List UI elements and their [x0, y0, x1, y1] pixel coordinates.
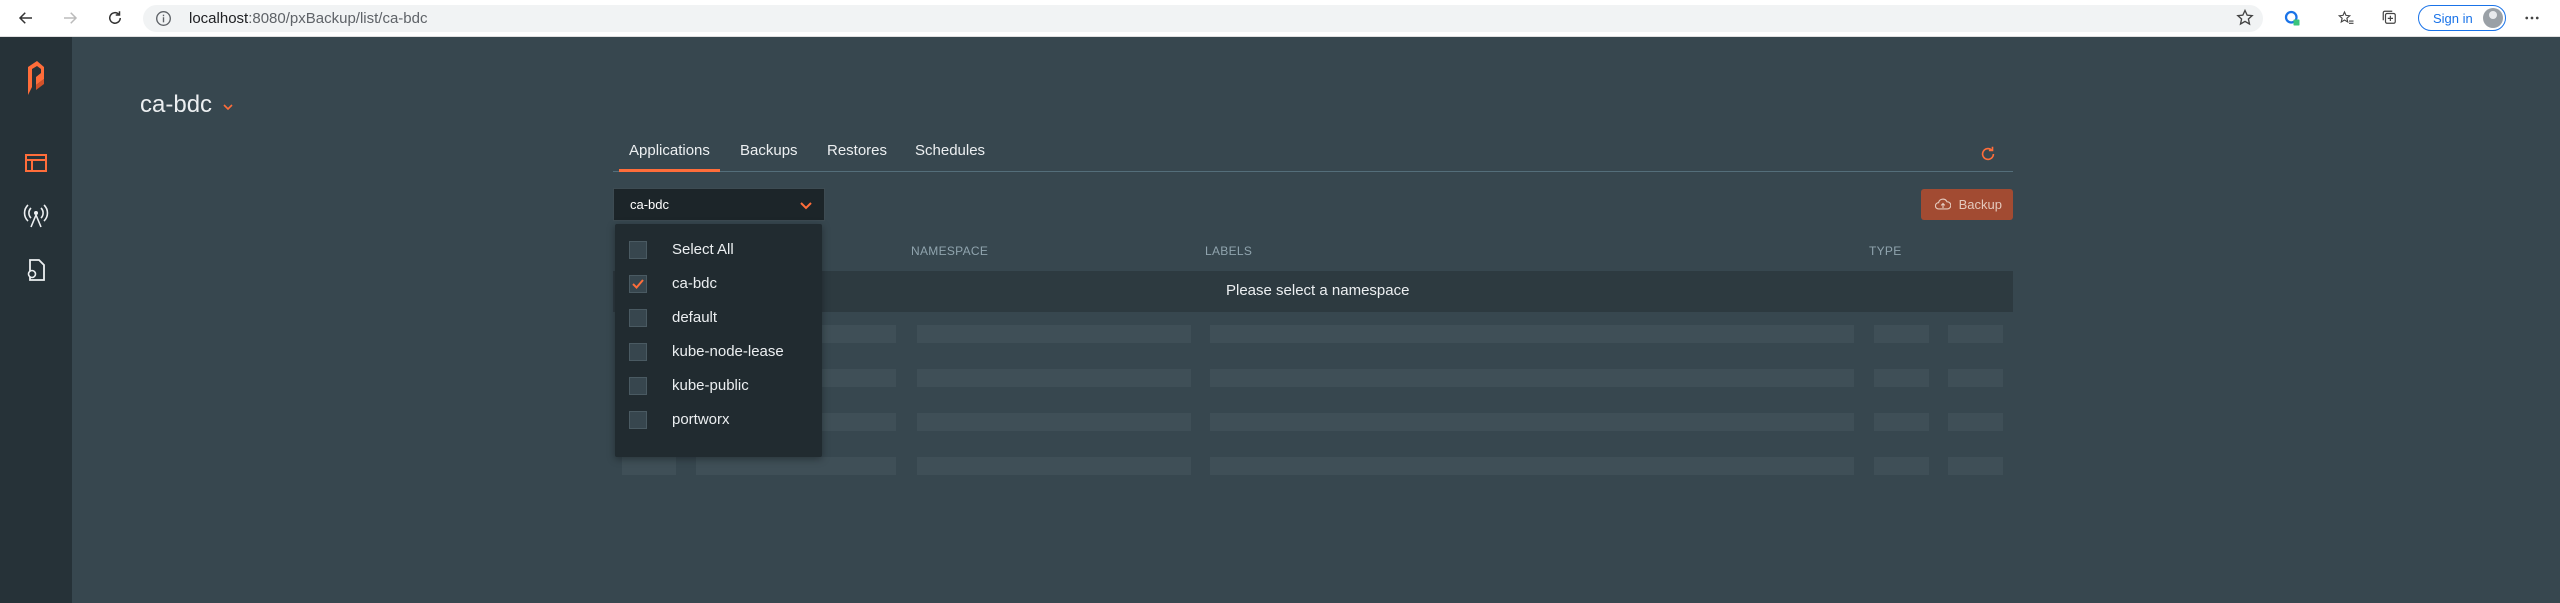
skeleton-cell: [917, 369, 1191, 387]
antenna-icon[interactable]: [23, 203, 49, 229]
skeleton-cell: [917, 325, 1191, 343]
checkbox[interactable]: [629, 343, 647, 361]
extension-icon[interactable]: [2280, 6, 2304, 30]
checkbox-checked[interactable]: [629, 275, 647, 293]
refresh-icon[interactable]: [1979, 145, 1997, 163]
option-select-all[interactable]: Select All: [629, 238, 819, 262]
app-sidebar: [0, 37, 72, 603]
applications-icon[interactable]: [23, 150, 49, 176]
tab-bar: Applications Backups Restores Schedules: [613, 133, 2013, 172]
skeleton-cell: [622, 457, 676, 475]
namespace-select-value: ca-bdc: [630, 197, 670, 212]
column-header-type[interactable]: TYPE: [1869, 244, 1902, 258]
collections-icon[interactable]: [2378, 6, 2402, 30]
skeleton-cell: [1874, 369, 1929, 387]
column-header-namespace[interactable]: NAMESPACE: [911, 244, 988, 258]
checkbox[interactable]: [629, 377, 647, 395]
url-host: localhost: [189, 10, 249, 27]
skeleton-cell: [1948, 369, 2003, 387]
namespace-title-text: ca-bdc: [140, 91, 213, 118]
browser-toolbar: localhost:8080/pxBackup/list/ca-bdc Sign…: [0, 0, 2560, 37]
favorite-add-icon[interactable]: [2235, 8, 2255, 28]
option-default[interactable]: default: [629, 306, 819, 330]
forward-icon[interactable]: [58, 6, 82, 30]
tab-schedules[interactable]: Schedules: [915, 142, 985, 159]
back-icon[interactable]: [14, 6, 38, 30]
option-ca-bdc[interactable]: ca-bdc: [629, 272, 819, 296]
column-header-labels[interactable]: LABELS: [1205, 244, 1252, 258]
backup-button-label: Backup: [1958, 197, 2002, 212]
checkbox[interactable]: [629, 411, 647, 429]
more-icon[interactable]: [2520, 6, 2544, 30]
skeleton-cell: [1210, 457, 1854, 475]
skeleton-cell: [917, 457, 1191, 475]
favorites-icon[interactable]: [2334, 6, 2358, 30]
skeleton-cell: [1210, 369, 1854, 387]
address-bar[interactable]: localhost:8080/pxBackup/list/ca-bdc: [143, 5, 2263, 32]
page-title[interactable]: ca-bdc: [140, 91, 233, 119]
namespace-select[interactable]: ca-bdc: [613, 188, 825, 221]
option-kube-public[interactable]: kube-public: [629, 374, 819, 398]
skeleton-cell: [1948, 457, 2003, 475]
checkmark-icon: [632, 279, 644, 289]
option-label: ca-bdc: [672, 275, 718, 292]
chevron-down-icon: [223, 104, 233, 111]
backup-button[interactable]: Backup: [1921, 189, 2013, 220]
url-path: :8080/pxBackup/list/ca-bdc: [248, 10, 428, 27]
option-label: kube-public: [672, 377, 749, 394]
profile-avatar: [2483, 8, 2503, 28]
checkbox[interactable]: [629, 241, 647, 259]
settings-document-icon[interactable]: [23, 257, 49, 283]
empty-message-row: Please select a namespace: [613, 271, 2013, 312]
option-portworx[interactable]: portworx: [629, 408, 819, 432]
option-kube-node-lease[interactable]: kube-node-lease: [629, 340, 819, 364]
skeleton-cell: [1874, 457, 1929, 475]
reload-icon[interactable]: [103, 6, 127, 30]
sign-in-label: Sign in: [2433, 10, 2473, 26]
sign-in-button[interactable]: Sign in: [2418, 5, 2506, 31]
portworx-logo-icon[interactable]: [23, 58, 49, 102]
skeleton-cell: [917, 413, 1191, 431]
tab-restores[interactable]: Restores: [827, 142, 887, 159]
skeleton-cell: [1948, 413, 2003, 431]
skeleton-cell: [1948, 325, 2003, 343]
option-label: kube-node-lease: [672, 343, 784, 360]
tab-applications[interactable]: Applications: [619, 142, 720, 172]
option-label: portworx: [672, 411, 730, 428]
chevron-down-icon: [800, 202, 812, 210]
skeleton-cell: [1874, 413, 1929, 431]
url-text: localhost:8080/pxBackup/list/ca-bdc: [189, 9, 427, 28]
option-label: default: [672, 309, 718, 326]
tab-backups[interactable]: Backups: [740, 142, 798, 159]
skeleton-cell: [1874, 325, 1929, 343]
skeleton-cell: [1210, 325, 1854, 343]
empty-message: Please select a namespace: [1226, 282, 1410, 299]
namespace-dropdown-menu: Select All ca-bdc default kube-node-leas…: [615, 224, 822, 457]
cloud-upload-icon: [1935, 198, 1951, 210]
option-label: Select All: [672, 241, 734, 258]
checkbox[interactable]: [629, 309, 647, 327]
info-icon[interactable]: [155, 10, 172, 27]
skeleton-cell: [696, 457, 896, 475]
skeleton-cell: [1210, 413, 1854, 431]
